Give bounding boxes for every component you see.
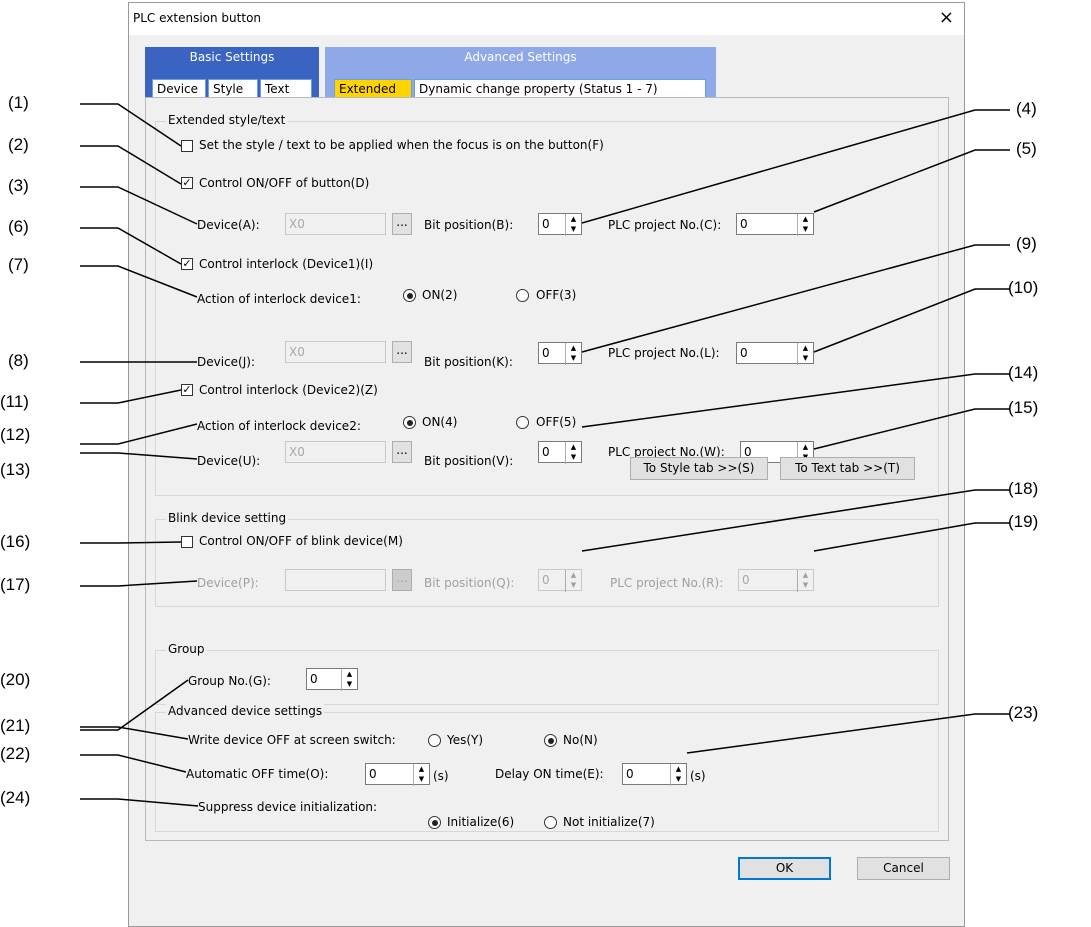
callout-9: (9) <box>1016 234 1037 253</box>
callout-23: (23) <box>1008 703 1039 722</box>
callout-14: (14) <box>1008 363 1039 382</box>
callout-8: (8) <box>8 351 29 370</box>
callout-11: (11) <box>0 392 29 411</box>
callout-21: (21) <box>0 716 31 735</box>
callout-3: (3) <box>8 176 29 195</box>
callout-15: (15) <box>1008 398 1039 417</box>
callout-17: (17) <box>0 575 31 594</box>
callout-5: (5) <box>1016 139 1037 158</box>
callout-7: (7) <box>8 255 29 274</box>
callout-16: (16) <box>0 532 31 551</box>
callout-leader-lines <box>80 103 1010 807</box>
callout-1: (1) <box>8 93 29 112</box>
callout-24: (24) <box>0 788 31 807</box>
callout-2: (2) <box>8 135 29 154</box>
callout-6: (6) <box>8 217 29 236</box>
callout-22: (22) <box>0 744 31 763</box>
callout-4: (4) <box>1016 99 1037 118</box>
callout-12: (12) <box>0 425 31 444</box>
callout-10: (10) <box>1008 278 1039 297</box>
callout-18: (18) <box>1008 479 1039 498</box>
callout-13: (13) <box>0 460 31 479</box>
callout-20: (20) <box>0 670 31 689</box>
callout-19: (19) <box>1008 512 1039 531</box>
